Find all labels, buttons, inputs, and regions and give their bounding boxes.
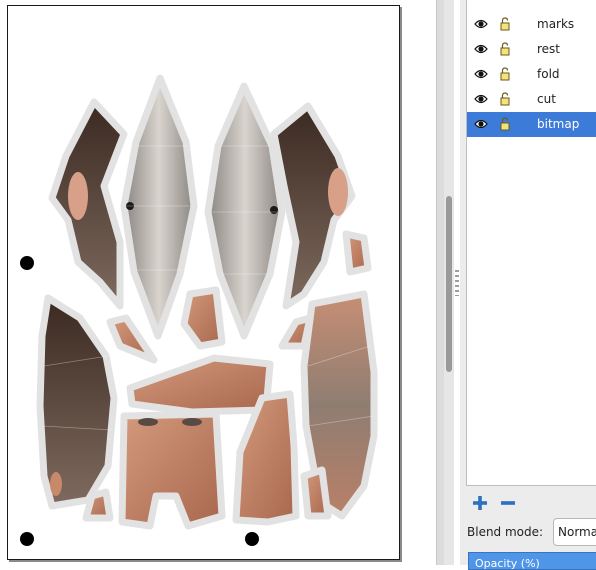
unlocked-icon[interactable] — [500, 92, 510, 106]
eye-icon[interactable] — [474, 118, 488, 130]
eye-icon[interactable] — [474, 93, 488, 105]
blend-mode-label: Blend mode: — [467, 525, 544, 539]
layer-row-bitmap[interactable]: bitmap — [467, 112, 596, 137]
unlocked-icon[interactable] — [500, 117, 510, 131]
opacity-slider[interactable]: Opacity (%) — [468, 552, 596, 570]
canvas-vertical-scrollbar[interactable] — [444, 0, 454, 565]
papercraft-head-bitmap[interactable] — [8, 6, 399, 559]
canvas-area[interactable] — [0, 0, 436, 565]
dock-grip-handle[interactable] — [455, 270, 459, 296]
layer-row-cut[interactable]: cut — [467, 87, 596, 112]
unlocked-icon[interactable] — [500, 17, 510, 31]
eye-icon[interactable] — [474, 18, 488, 30]
unlocked-icon[interactable] — [500, 67, 510, 81]
registration-mark-bottom-center — [245, 532, 259, 546]
document-page[interactable] — [7, 5, 400, 560]
layer-label: bitmap — [537, 117, 580, 131]
registration-mark-bottom-left — [20, 532, 34, 546]
add-layer-button[interactable] — [472, 495, 488, 511]
layer-label: marks — [537, 17, 575, 31]
blend-mode-select[interactable]: Normal — [553, 518, 596, 546]
layer-row-marks[interactable]: marks — [467, 12, 596, 37]
layer-label: rest — [537, 42, 561, 56]
layers-list[interactable]: marks rest fold cut bitmap — [466, 0, 596, 486]
remove-layer-button[interactable] — [500, 495, 516, 511]
layer-label: fold — [537, 67, 560, 81]
eye-icon[interactable] — [474, 43, 488, 55]
opacity-label: Opacity (%) — [475, 557, 540, 570]
layer-row-fold[interactable]: fold — [467, 62, 596, 87]
unlocked-icon[interactable] — [500, 42, 510, 56]
eye-icon[interactable] — [474, 68, 488, 80]
layer-row-rest[interactable]: rest — [467, 37, 596, 62]
layer-label: cut — [537, 92, 556, 106]
registration-mark-top-left — [20, 256, 34, 270]
scrollbar-thumb[interactable] — [446, 196, 452, 372]
